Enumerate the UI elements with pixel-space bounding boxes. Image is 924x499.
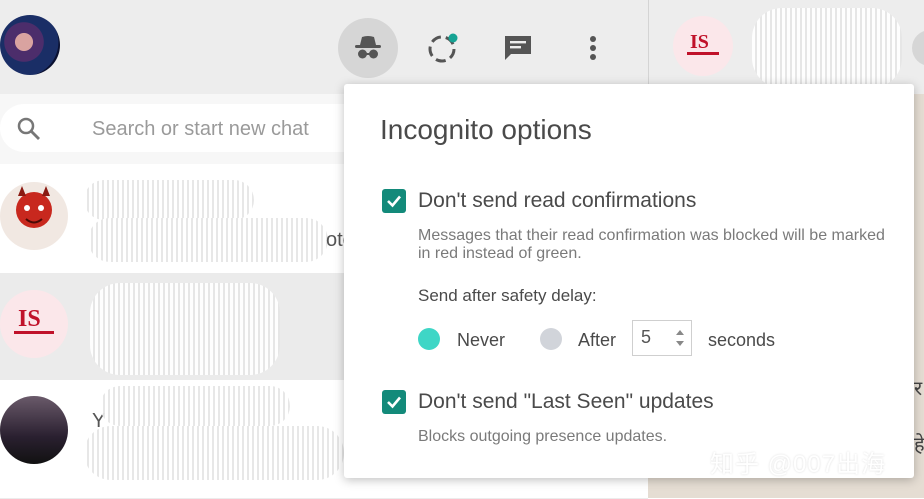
- status-button[interactable]: [413, 18, 473, 78]
- status-icon: [428, 33, 458, 63]
- never-radio-label[interactable]: Never: [457, 330, 505, 351]
- logo-icon: IS: [14, 306, 54, 334]
- after-radio[interactable]: [540, 328, 562, 350]
- stepper-arrows-icon[interactable]: [673, 325, 687, 351]
- seconds-unit-label: seconds: [708, 330, 776, 350]
- dialog-title: Incognito options: [380, 114, 592, 145]
- partial-message-text: हे: [914, 434, 924, 456]
- last-seen-checkbox[interactable]: [382, 390, 406, 414]
- redacted-chat-preview: [90, 283, 280, 375]
- svg-text:IS: IS: [18, 306, 41, 332]
- checkmark-icon: [387, 195, 401, 208]
- read-confirmations-label[interactable]: Don't send read confirmations: [418, 189, 696, 213]
- incognito-icon: [355, 36, 381, 59]
- read-confirmations-checkbox[interactable]: [382, 189, 406, 213]
- contact-avatar[interactable]: IS: [673, 16, 733, 76]
- new-chat-button[interactable]: [488, 18, 548, 78]
- incognito-button[interactable]: [338, 18, 398, 78]
- never-radio[interactable]: [418, 328, 440, 350]
- incognito-options-dialog: Incognito options Don't send read confir…: [344, 84, 914, 478]
- search-input[interactable]: [90, 112, 334, 146]
- delay-seconds-value[interactable]: 5: [641, 327, 651, 348]
- logo-icon: IS: [687, 31, 719, 55]
- devil-face-icon: [16, 186, 52, 228]
- svg-text:IS: IS: [690, 31, 709, 53]
- delay-seconds-stepper[interactable]: 5: [632, 320, 692, 356]
- safety-delay-label: Send after safety delay:: [418, 286, 597, 305]
- chat-list-header: [0, 0, 648, 94]
- partial-message-text: र: [914, 378, 923, 400]
- menu-icon: [590, 36, 596, 60]
- search-icon[interactable]: [16, 116, 42, 142]
- profile-avatar[interactable]: [0, 15, 60, 75]
- last-seen-label[interactable]: Don't send "Last Seen" updates: [418, 390, 714, 414]
- redacted-message: [84, 426, 344, 480]
- redacted-message: [88, 218, 328, 262]
- conversation-menu-button[interactable]: [900, 18, 924, 78]
- checkmark-icon: [387, 396, 401, 409]
- redacted-chat-name: [84, 180, 254, 220]
- read-confirmations-description: Messages that their read confirmation wa…: [418, 227, 885, 262]
- chat-avatar: IS: [0, 290, 68, 358]
- chat-avatar: [0, 396, 68, 464]
- watermark: 知乎 @007出海: [710, 451, 887, 478]
- circle-icon: [912, 31, 924, 65]
- after-radio-label[interactable]: After: [578, 330, 616, 351]
- redacted-chat-name: [100, 386, 290, 426]
- menu-button[interactable]: [563, 18, 623, 78]
- chat-avatar: [0, 182, 68, 250]
- new-chat-icon: [505, 36, 531, 60]
- redacted-contact-name: [752, 8, 902, 88]
